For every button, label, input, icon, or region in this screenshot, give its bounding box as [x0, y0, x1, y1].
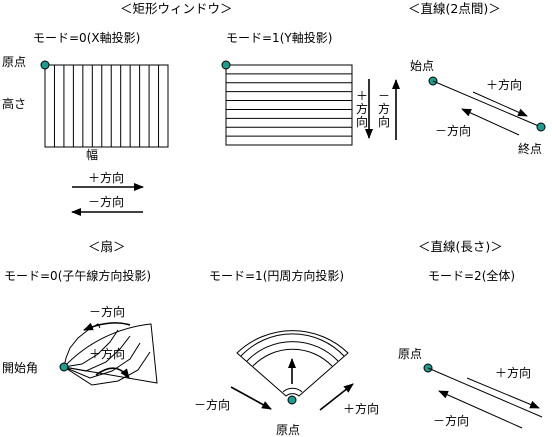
fan-minus-dir-label: －方向	[89, 304, 125, 319]
fan-minus-arc-arrow	[83, 322, 131, 331]
rect-vert-minus-2: 方	[378, 101, 390, 116]
fan-mode1-origin-label: 原点	[276, 423, 300, 437]
rect-origin-label: 原点	[2, 55, 26, 69]
rect-minus-dir-label: －方向	[88, 194, 124, 209]
fan-mode1-origin-dot	[287, 395, 297, 405]
line2pt-heading: ＜直線(2点間)＞	[408, 1, 501, 16]
linelen-minus-label: －方向	[433, 413, 469, 428]
rect-window-heading: ＜矩形ウィンドウ＞	[120, 1, 233, 16]
fan-start-angle-label: 開始角	[2, 361, 38, 375]
rect-mode1-stripes	[226, 73, 352, 137]
rect-vert-plus-2: 方	[356, 101, 368, 116]
rect-height-label: 高さ	[2, 96, 26, 111]
rect-mode0-label: モード=0(X軸投影)	[33, 30, 140, 45]
rect-vert-minus-3: 向	[378, 114, 390, 129]
line2pt-plus-arrow	[472, 91, 528, 117]
fan-heading: ＜扇＞	[88, 239, 126, 254]
fan-plus-dir-label: ＋方向	[89, 346, 125, 361]
rect-vert-plus-1: ＋	[356, 89, 368, 103]
line2pt-end-dot	[536, 122, 546, 132]
rect-plus-dir-label: ＋方向	[88, 170, 124, 185]
fan-mode1-plus-label: ＋方向	[343, 401, 379, 416]
linelen-origin-label: 原点	[398, 347, 422, 361]
fan-mode0-origin-dot	[59, 362, 69, 372]
line2pt-end-label: 終点	[518, 141, 542, 156]
rect-mode0-box	[44, 64, 169, 148]
linelen-mode-label: モード=2(全体)	[428, 268, 515, 283]
projection-modes-diagram: ＜矩形ウィンドウ＞ モード=0(X軸投影) モード=1(Y軸投影) 原点 高さ …	[2, 1, 546, 437]
rect-vert-minus-1: －	[378, 89, 390, 103]
linelen-plus-label: ＋方向	[495, 365, 531, 380]
line2pt-minus-label: －方向	[435, 123, 471, 138]
line2pt-start-label: 始点	[410, 59, 434, 73]
rect-width-label: 幅	[86, 147, 98, 162]
linelen-heading: ＜直線(長さ)＞	[418, 239, 503, 254]
fan-mode1-minus-label: －方向	[194, 397, 230, 412]
linelen-plus-arrow	[466, 377, 540, 409]
fan-mode1-left-arrow	[230, 386, 272, 410]
rect-mode1-label: モード=1(Y軸投影)	[226, 30, 332, 45]
rect-mode0-origin-dot	[40, 60, 50, 70]
fan-mode0-label: モード=0(子午線方向投影)	[4, 268, 151, 283]
rect-mode1-box	[225, 64, 353, 146]
rect-mode0-stripes	[53, 65, 160, 147]
rect-mode1-origin-dot	[221, 60, 231, 70]
fan-mode1-label: モード=1(円周方向投影)	[209, 268, 344, 283]
line2pt-plus-label: ＋方向	[486, 77, 522, 92]
rect-vert-plus-3: 向	[356, 114, 368, 129]
